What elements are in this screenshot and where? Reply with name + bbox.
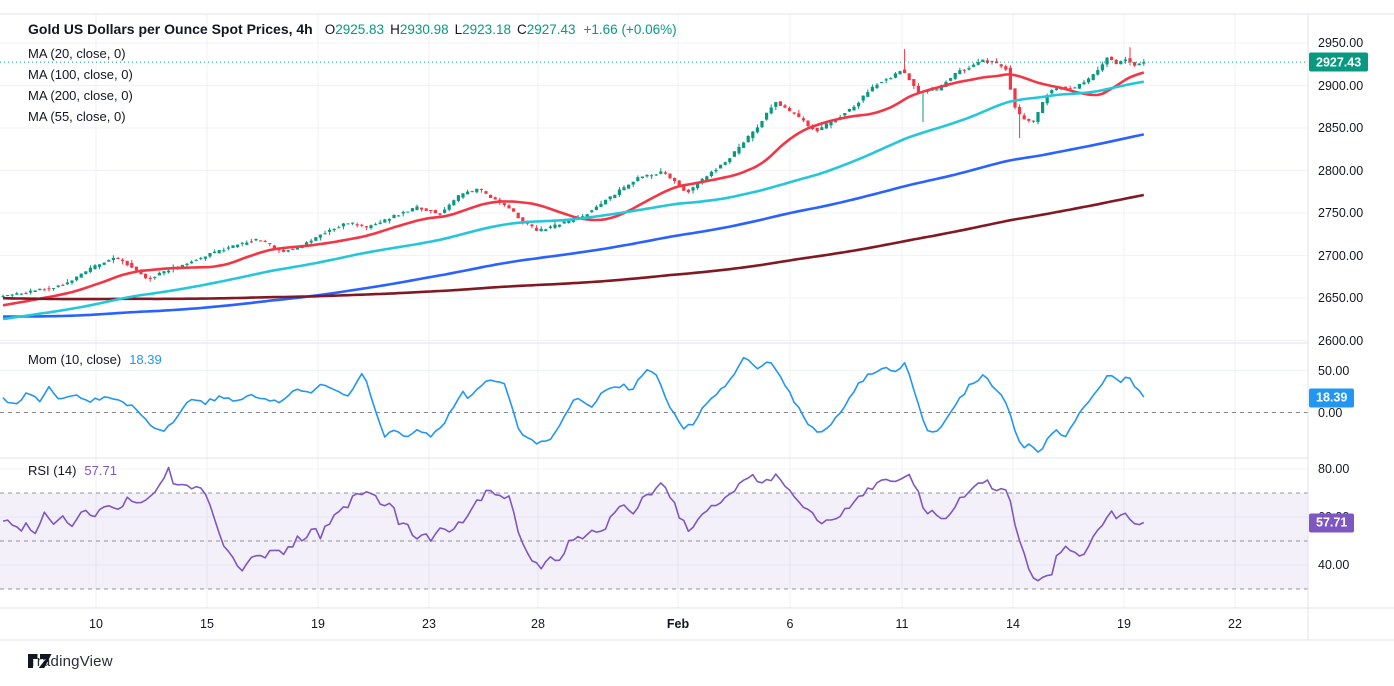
- ma-20-line: [3, 73, 1144, 306]
- date-label-22: 22: [1228, 617, 1242, 631]
- ma-20-legend[interactable]: MA (20, close, 0): [28, 46, 126, 61]
- ma-55-legend[interactable]: MA (55, close, 0): [28, 109, 126, 124]
- price-axis-label: 2650.00: [1318, 291, 1363, 305]
- ma-200-line: [3, 195, 1144, 299]
- ohlc-low: L2923.18: [455, 22, 511, 37]
- date-label-28: 28: [531, 617, 545, 631]
- price-axis-label: 2750.00: [1318, 206, 1363, 220]
- chart-canvas[interactable]: [0, 0, 1394, 686]
- tradingview-logo-icon: [28, 653, 52, 669]
- symbol-title[interactable]: Gold US Dollars per Ounce Spot Prices, 4…: [28, 21, 313, 37]
- tradingview-logo[interactable]: TradingView: [28, 653, 113, 670]
- last-price-badge: 2927.43: [1309, 53, 1368, 72]
- date-label-6: 6: [787, 617, 794, 631]
- date-label-11: 11: [896, 617, 909, 631]
- price-axis-label: 2800.00: [1318, 164, 1363, 178]
- date-label-23: 23: [422, 617, 436, 631]
- price-change: +1.66 (+0.06%): [584, 22, 677, 37]
- rsi-value: 57.71: [84, 463, 117, 478]
- date-label-19: 19: [1117, 617, 1131, 631]
- momentum-badge: 18.39: [1309, 388, 1354, 407]
- momentum-label: Mom (10, close): [28, 352, 121, 367]
- price-axis-label: 2900.00: [1318, 79, 1363, 93]
- ma-100-legend[interactable]: MA (100, close, 0): [28, 67, 133, 82]
- price-axis-label: 2700.00: [1318, 249, 1363, 263]
- date-label-feb: Feb: [667, 617, 689, 631]
- momentum-value: 18.39: [129, 352, 162, 367]
- rsi-label: RSI (14): [28, 463, 76, 478]
- momentum-axis-label: 0.00: [1318, 406, 1342, 420]
- date-label-15: 15: [200, 617, 214, 631]
- price-axis-label: 2600.00: [1318, 334, 1363, 348]
- rsi-axis-label: 80.00: [1318, 462, 1349, 476]
- price-axis-label: 2950.00: [1318, 36, 1363, 50]
- ohlc-close: C2927.43: [517, 22, 576, 37]
- momentum-legend[interactable]: Mom (10, close) 18.39: [28, 352, 162, 367]
- price-axis-label: 2850.00: [1318, 121, 1363, 135]
- date-label-10: 10: [89, 617, 103, 631]
- ohlc-open: O2925.83: [325, 22, 384, 37]
- date-label-14: 14: [1006, 617, 1020, 631]
- ohlc-high: H2930.98: [390, 22, 449, 37]
- chart-header: Gold US Dollars per Ounce Spot Prices, 4…: [28, 21, 677, 37]
- rsi-axis-label: 40.00: [1318, 558, 1349, 572]
- chart-root: Gold US Dollars per Ounce Spot Prices, 4…: [0, 0, 1394, 686]
- rsi-badge: 57.71: [1309, 513, 1354, 532]
- rsi-legend[interactable]: RSI (14) 57.71: [28, 463, 117, 478]
- ma-200-legend[interactable]: MA (200, close, 0): [28, 88, 133, 103]
- date-label-19: 19: [311, 617, 325, 631]
- momentum-axis-label: 50.00: [1318, 364, 1349, 378]
